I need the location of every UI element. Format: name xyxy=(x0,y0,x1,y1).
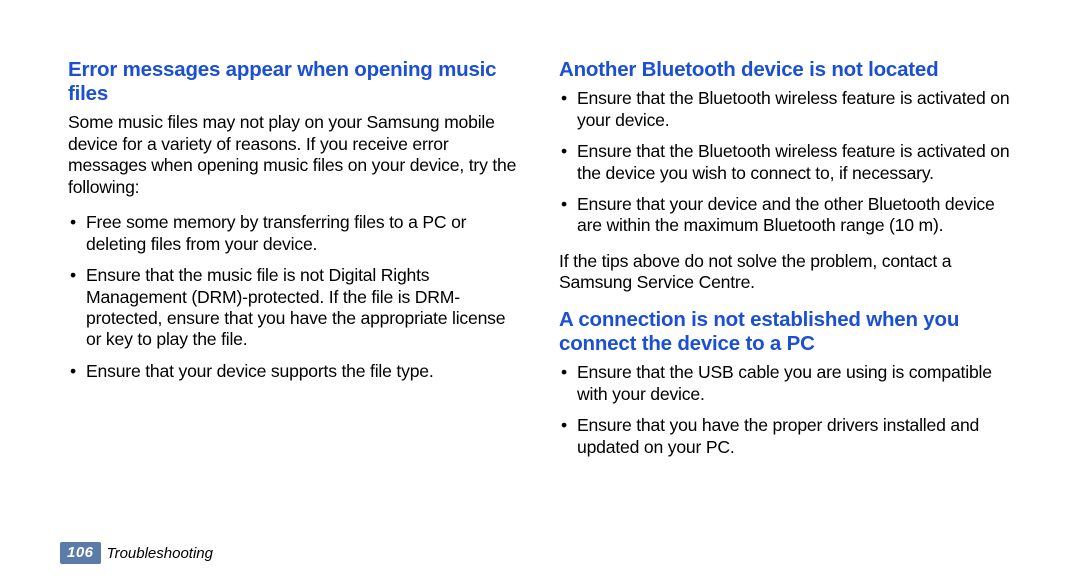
intro-paragraph: Some music files may not play on your Sa… xyxy=(68,112,523,198)
page-footer: 106 Troubleshooting xyxy=(60,542,213,564)
bluetooth-tips-list: Ensure that the Bluetooth wireless featu… xyxy=(559,88,1014,237)
list-item: Free some memory by transferring files t… xyxy=(68,212,523,255)
footer-section-title: Troubleshooting xyxy=(107,545,213,562)
section-heading-music-errors: Error messages appear when opening music… xyxy=(68,58,523,106)
left-column: Error messages appear when opening music… xyxy=(68,58,523,586)
manual-page: Error messages appear when opening music… xyxy=(0,0,1080,586)
list-item: Ensure that your device and the other Bl… xyxy=(559,194,1014,237)
list-item: Ensure that the Bluetooth wireless featu… xyxy=(559,141,1014,184)
list-item: Ensure that the Bluetooth wireless featu… xyxy=(559,88,1014,131)
right-column: Another Bluetooth device is not located … xyxy=(559,58,1014,586)
list-item: Ensure that you have the proper drivers … xyxy=(559,415,1014,458)
list-item: Ensure that your device supports the fil… xyxy=(68,361,523,382)
page-number-badge: 106 xyxy=(60,542,101,564)
section-heading-pc-connection: A connection is not established when you… xyxy=(559,308,1014,356)
list-item: Ensure that the music file is not Digita… xyxy=(68,265,523,351)
list-item: Ensure that the USB cable you are using … xyxy=(559,362,1014,405)
pc-tips-list: Ensure that the USB cable you are using … xyxy=(559,362,1014,458)
section-heading-bluetooth: Another Bluetooth device is not located xyxy=(559,58,1014,82)
music-tips-list: Free some memory by transferring files t… xyxy=(68,212,523,382)
bluetooth-outro: If the tips above do not solve the probl… xyxy=(559,251,1014,294)
